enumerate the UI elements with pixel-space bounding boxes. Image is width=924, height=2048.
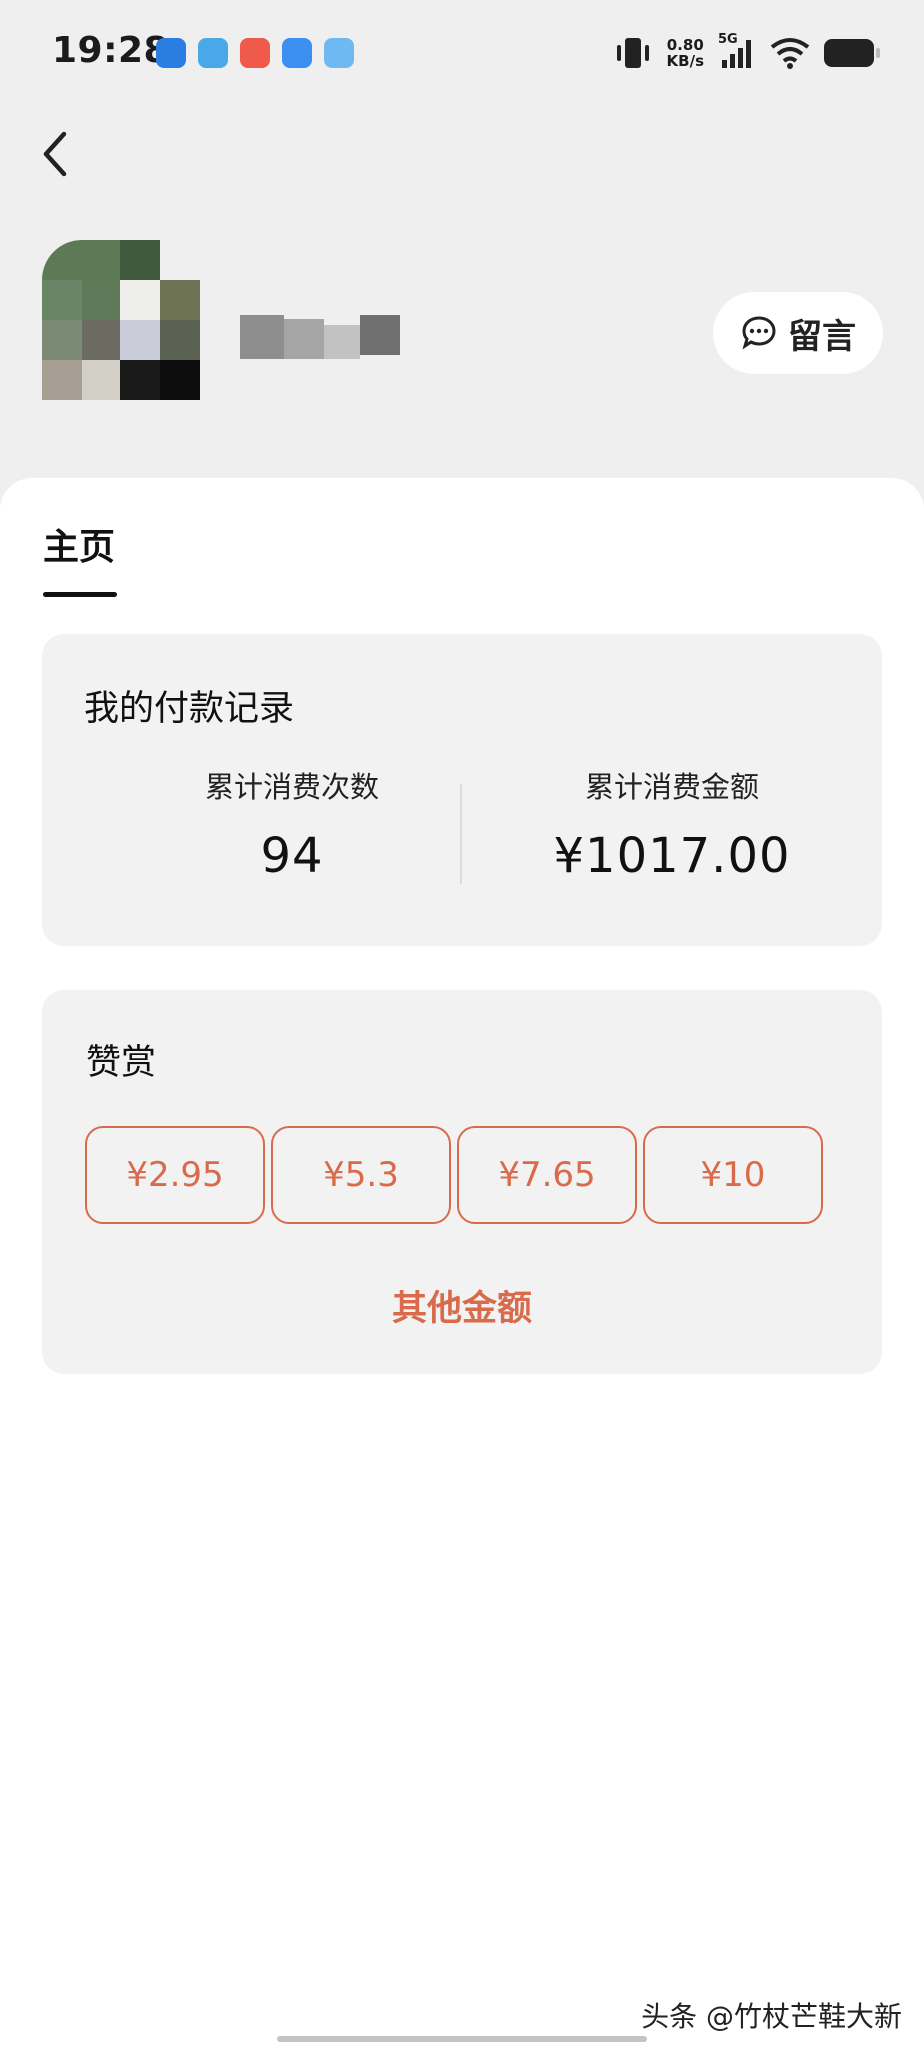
- wifi-icon: [770, 38, 810, 69]
- reward-amount-options: ¥2.95 ¥5.3 ¥7.65 ¥10: [85, 1126, 823, 1224]
- total-amount-label: 累计消费金额: [584, 770, 759, 804]
- shop-icon: [240, 38, 270, 68]
- home-indicator[interactable]: [277, 2036, 647, 2042]
- reward-amount-button[interactable]: ¥10: [643, 1126, 823, 1224]
- battery-icon: [824, 39, 880, 67]
- status-time: 19:28: [52, 30, 170, 71]
- total-count-stat: 累计消费次数 94: [102, 764, 482, 884]
- network-speed-unit: KB/s: [666, 52, 704, 70]
- total-amount-stat: 累计消费金额 ¥1017.00: [482, 764, 862, 884]
- total-count-value: 94: [260, 828, 324, 884]
- reward-amount-button[interactable]: ¥5.3: [271, 1126, 451, 1224]
- leave-message-label: 留言: [788, 316, 856, 357]
- other-amount-link[interactable]: 其他金额: [42, 1280, 882, 1331]
- reward-card: 赞赏 ¥2.95 ¥5.3 ¥7.65 ¥10 其他金额: [42, 990, 882, 1374]
- status-bar: 19:28 0.80 KB/s 5G: [0, 0, 924, 110]
- payment-record-card: 我的付款记录 累计消费次数 94 累计消费金额 ¥1017.00: [42, 634, 882, 946]
- notification-icons: [156, 38, 354, 68]
- reward-amount-button[interactable]: ¥7.65: [457, 1126, 637, 1224]
- back-button[interactable]: [30, 120, 82, 188]
- chat-bubble-icon: [742, 316, 776, 350]
- network-speed: 0.80 KB/s: [667, 37, 704, 69]
- watermark-text: 头条 @竹杖芒鞋大新: [641, 2000, 902, 2033]
- avatar[interactable]: [42, 240, 200, 400]
- reward-amount-button[interactable]: ¥2.95: [85, 1126, 265, 1224]
- stat-divider: [460, 784, 462, 884]
- user-name-blurred: [240, 315, 400, 359]
- browser-icon: [156, 38, 186, 68]
- vibrate-icon: [616, 38, 649, 68]
- total-amount-value: ¥1017.00: [553, 828, 791, 884]
- system-icons: 0.80 KB/s 5G: [613, 32, 880, 70]
- signal-icon: 5G: [718, 32, 756, 70]
- tab-active-indicator: [43, 592, 117, 597]
- chat-icon: [282, 38, 312, 68]
- tab-home[interactable]: 主页: [43, 518, 115, 570]
- main-sheet: 主页 我的付款记录 累计消费次数 94 累计消费金额 ¥1017.00 赞赏 ¥…: [0, 478, 924, 2048]
- total-count-label: 累计消费次数: [204, 770, 379, 804]
- chevron-left-icon: [43, 131, 67, 177]
- payment-record-title: 我的付款记录: [84, 689, 295, 729]
- telegram-icon: [198, 38, 228, 68]
- network-speed-value: 0.80: [666, 36, 704, 54]
- message-icon: [324, 38, 354, 68]
- reward-title: 赞赏: [86, 1043, 157, 1083]
- leave-message-button[interactable]: 留言: [713, 292, 883, 374]
